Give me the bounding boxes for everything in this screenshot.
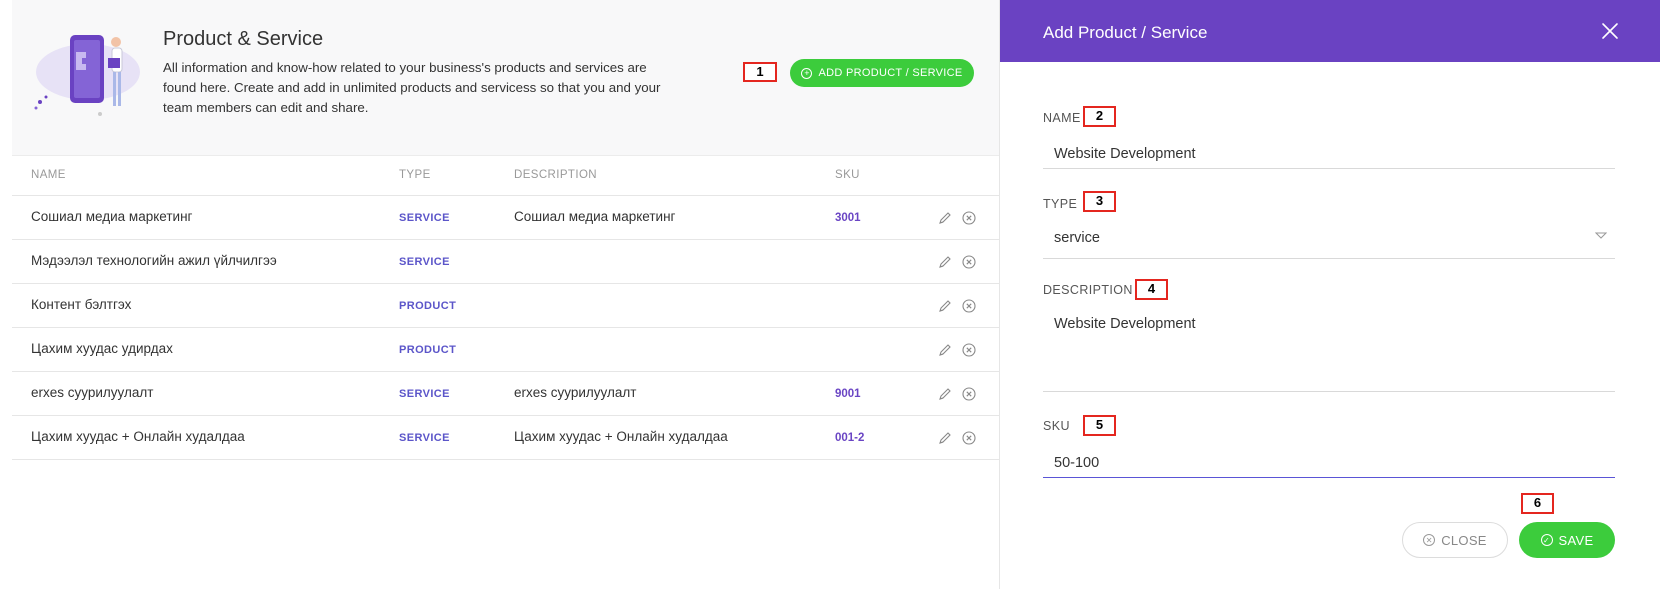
callout-1: 1 [743,62,777,82]
table-row[interactable]: Мэдээлэл технологийн ажил үйлчилгээ SERV… [12,240,999,284]
row-description: Сошиал медиа маркетинг [514,209,676,224]
row-name: Цахим хуудас + Онлайн худалдаа [31,429,245,444]
table-header: NAME TYPE DESCRIPTION SKU [12,156,999,196]
row-name: Сошиал медиа маркетинг [31,209,193,224]
edit-pencil-icon[interactable] [937,298,953,314]
remove-circle-icon[interactable] [961,430,977,446]
row-type: SERVICE [399,256,450,268]
plus-circle-icon: + [801,67,813,79]
edit-pencil-icon[interactable] [937,210,953,226]
close-button-label: CLOSE [1441,532,1487,548]
description-textarea[interactable]: Website Development [1043,315,1615,392]
page-header: Product & Service All information and kn… [12,0,999,156]
sku-input[interactable] [1043,449,1615,478]
row-sku: 9001 [835,388,861,400]
puzzle-illustration [34,35,140,116]
edit-pencil-icon[interactable] [937,342,953,358]
add-button-label: ADD PRODUCT / SERVICE [818,67,963,79]
save-button-label: SAVE [1558,532,1594,548]
table-row[interactable]: Цахим хуудас удирдах PRODUCT [12,328,999,372]
row-name: Цахим хуудас удирдах [31,341,173,356]
add-product-panel: Add Product / Service NAME 2 TYPE 3 serv… [999,0,1660,589]
page-description: All information and know-how related to … [163,60,661,115]
x-circle-icon: ✕ [1423,534,1436,546]
column-sku: SKU [835,169,860,181]
row-description: Цахим хуудас + Онлайн худалдаа [514,429,728,444]
caret-down-icon [1595,232,1607,239]
callout-6: 6 [1521,493,1554,514]
table-row[interactable]: Сошиал медиа маркетинг SERVICE Сошиал ме… [12,196,999,240]
check-circle-icon: ✓ [1540,534,1553,546]
sku-label: SKU [1043,419,1070,433]
edit-pencil-icon[interactable] [937,430,953,446]
row-sku: 3001 [835,212,861,224]
panel-title: Add Product / Service [1043,23,1208,42]
page-title: Product & Service [163,28,324,50]
name-label: NAME [1043,111,1081,125]
remove-circle-icon[interactable] [961,386,977,402]
callout-4: 4 [1135,279,1168,300]
type-select[interactable]: service [1043,229,1615,259]
table-row[interactable]: Цахим хуудас + Онлайн худалдаа SERVICE Ц… [12,416,999,460]
edit-pencil-icon[interactable] [937,254,953,270]
remove-circle-icon[interactable] [961,298,977,314]
type-label: TYPE [1043,197,1078,211]
row-type: PRODUCT [399,344,457,356]
row-type: SERVICE [399,212,450,224]
row-type: SERVICE [399,432,450,444]
close-x-icon[interactable] [1599,20,1621,42]
column-type: TYPE [399,169,431,181]
description-label: DESCRIPTION [1043,283,1133,297]
row-name: Мэдээлэл технологийн ажил үйлчилгээ [31,253,277,268]
row-type: SERVICE [399,388,450,400]
save-button[interactable]: ✓ SAVE [1519,522,1615,558]
row-type: PRODUCT [399,300,457,312]
add-product-service-button[interactable]: + ADD PRODUCT / SERVICE [790,59,974,87]
row-sku: 001-2 [835,432,865,444]
panel-header: Add Product / Service [1000,0,1660,62]
row-name: erxes суурилуулалт [31,385,154,400]
callout-3: 3 [1083,191,1116,212]
remove-circle-icon[interactable] [961,342,977,358]
callout-5: 5 [1083,415,1116,436]
table-row[interactable]: erxes суурилуулалт SERVICE erxes суурилу… [12,372,999,416]
main-content: Product & Service All information and kn… [0,0,999,589]
row-name: Контент бэлтгэх [31,297,132,312]
remove-circle-icon[interactable] [961,210,977,226]
callout-2: 2 [1083,106,1116,127]
name-input[interactable] [1043,139,1615,169]
column-description: DESCRIPTION [514,169,597,181]
column-name: NAME [31,169,66,181]
edit-pencil-icon[interactable] [937,386,953,402]
close-button[interactable]: ✕ CLOSE [1402,522,1508,558]
products-table: NAME TYPE DESCRIPTION SKU Сошиал медиа м… [12,156,999,460]
remove-circle-icon[interactable] [961,254,977,270]
row-description: erxes суурилуулалт [514,385,637,400]
table-row[interactable]: Контент бэлтгэх PRODUCT [12,284,999,328]
